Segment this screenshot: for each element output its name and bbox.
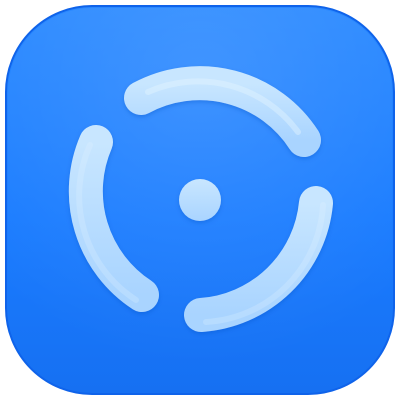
circular-target-icon xyxy=(5,5,395,395)
app-icon xyxy=(0,0,400,400)
center-dot xyxy=(179,179,221,221)
